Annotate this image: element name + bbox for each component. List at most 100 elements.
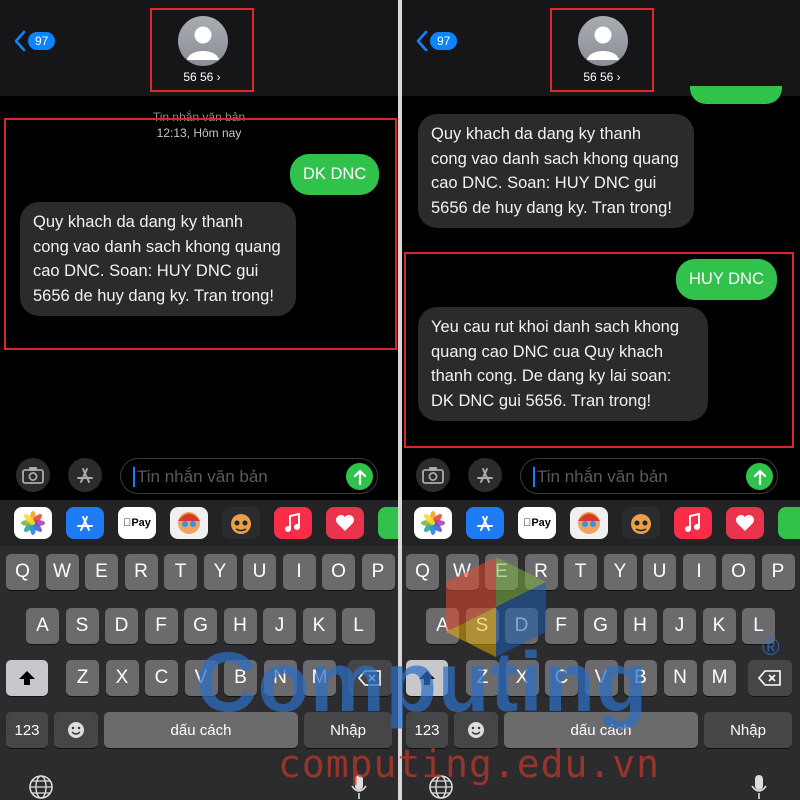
- contact-header[interactable]: 56 56 ›: [550, 8, 654, 92]
- camera-button[interactable]: [416, 458, 450, 492]
- memoji-app-icon[interactable]: [570, 507, 608, 539]
- key-k[interactable]: K: [702, 608, 736, 644]
- previous-outgoing-message[interactable]: [690, 86, 782, 104]
- key-f[interactable]: F: [544, 608, 578, 644]
- key-v[interactable]: V: [584, 660, 618, 696]
- delete-key[interactable]: [348, 660, 392, 696]
- key-u[interactable]: U: [643, 554, 676, 590]
- key-d[interactable]: D: [105, 608, 138, 644]
- outgoing-message[interactable]: HUY DNC: [676, 259, 777, 300]
- key-y[interactable]: Y: [203, 554, 237, 590]
- message-input[interactable]: Tin nhắn văn bản: [520, 458, 778, 494]
- return-key[interactable]: Nhập: [304, 712, 392, 748]
- animoji-app-icon[interactable]: [622, 507, 660, 539]
- key-t[interactable]: T: [164, 554, 197, 590]
- key-w[interactable]: W: [445, 554, 479, 590]
- contact-header[interactable]: 56 56 ›: [150, 8, 254, 92]
- animoji-app-icon[interactable]: [222, 507, 260, 539]
- key-h[interactable]: H: [223, 608, 257, 644]
- key-q[interactable]: Q: [6, 554, 39, 590]
- shift-key[interactable]: [406, 660, 448, 696]
- key-l[interactable]: L: [342, 608, 375, 644]
- key-n[interactable]: N: [263, 660, 297, 696]
- music-app-icon[interactable]: [274, 507, 312, 539]
- digital-touch-app-icon[interactable]: [726, 507, 764, 539]
- key-b[interactable]: B: [624, 660, 657, 696]
- key-x[interactable]: X: [105, 660, 139, 696]
- key-a[interactable]: A: [426, 608, 459, 644]
- key-z[interactable]: Z: [66, 660, 99, 696]
- emoji-key[interactable]: [54, 712, 98, 748]
- key-w[interactable]: W: [45, 554, 79, 590]
- more-app-icon[interactable]: [778, 507, 800, 539]
- key-y[interactable]: Y: [603, 554, 637, 590]
- outgoing-message[interactable]: DK DNC: [290, 154, 380, 195]
- key-j[interactable]: J: [663, 608, 696, 644]
- microphone-icon[interactable]: [750, 774, 768, 800]
- incoming-message[interactable]: Quy khach da dang ky thanh cong vao danh…: [20, 202, 296, 316]
- key-o[interactable]: O: [322, 554, 355, 590]
- digital-touch-app-icon[interactable]: [326, 507, 364, 539]
- key-r[interactable]: R: [524, 554, 558, 590]
- key-n[interactable]: N: [663, 660, 697, 696]
- key-m[interactable]: M: [703, 660, 736, 696]
- key-g[interactable]: G: [184, 608, 217, 644]
- key-p[interactable]: P: [761, 554, 795, 590]
- microphone-icon[interactable]: [350, 774, 368, 800]
- apple-pay-app-icon[interactable]: Pay: [518, 507, 556, 539]
- key-q[interactable]: Q: [406, 554, 439, 590]
- key-d[interactable]: D: [505, 608, 538, 644]
- music-app-icon[interactable]: [674, 507, 712, 539]
- key-x[interactable]: X: [505, 660, 539, 696]
- app-store-button[interactable]: [468, 458, 502, 492]
- key-v[interactable]: V: [184, 660, 218, 696]
- photos-app-icon[interactable]: [414, 507, 452, 539]
- key-e[interactable]: E: [85, 554, 118, 590]
- back-button[interactable]: 97: [416, 30, 458, 52]
- more-app-icon[interactable]: [378, 507, 398, 539]
- incoming-message[interactable]: Quy khach da dang ky thanh cong vao danh…: [418, 114, 694, 228]
- photos-app-icon[interactable]: [14, 507, 52, 539]
- key-i[interactable]: I: [682, 554, 716, 590]
- numbers-key[interactable]: 123: [6, 712, 48, 748]
- camera-button[interactable]: [16, 458, 50, 492]
- app-store-button[interactable]: [68, 458, 102, 492]
- key-j[interactable]: J: [263, 608, 296, 644]
- key-o[interactable]: O: [722, 554, 755, 590]
- key-e[interactable]: E: [485, 554, 518, 590]
- send-button[interactable]: [346, 463, 373, 490]
- return-key[interactable]: Nhập: [704, 712, 792, 748]
- message-input[interactable]: Tin nhắn văn bản: [120, 458, 378, 494]
- key-g[interactable]: G: [584, 608, 617, 644]
- key-t[interactable]: T: [564, 554, 597, 590]
- key-f[interactable]: F: [144, 608, 178, 644]
- space-key[interactable]: dấu cách: [104, 712, 298, 748]
- key-a[interactable]: A: [26, 608, 59, 644]
- emoji-key[interactable]: [454, 712, 498, 748]
- apple-pay-app-icon[interactable]: Pay: [118, 507, 156, 539]
- app-store-app-icon[interactable]: [466, 507, 504, 539]
- incoming-message[interactable]: Yeu cau rut khoi danh sach khong quang c…: [418, 307, 708, 421]
- key-l[interactable]: L: [742, 608, 775, 644]
- key-c[interactable]: C: [545, 660, 578, 696]
- key-c[interactable]: C: [145, 660, 178, 696]
- key-p[interactable]: P: [361, 554, 395, 590]
- key-i[interactable]: I: [282, 554, 316, 590]
- key-h[interactable]: H: [623, 608, 657, 644]
- key-b[interactable]: B: [224, 660, 257, 696]
- key-m[interactable]: M: [303, 660, 336, 696]
- numbers-key[interactable]: 123: [406, 712, 448, 748]
- globe-icon[interactable]: [28, 774, 54, 800]
- memoji-app-icon[interactable]: [170, 507, 208, 539]
- space-key[interactable]: dấu cách: [504, 712, 698, 748]
- globe-icon[interactable]: [428, 774, 454, 800]
- send-button[interactable]: [746, 463, 773, 490]
- key-s[interactable]: S: [65, 608, 99, 644]
- back-button[interactable]: 97: [14, 30, 56, 52]
- key-s[interactable]: S: [465, 608, 499, 644]
- key-k[interactable]: K: [302, 608, 336, 644]
- shift-key[interactable]: [6, 660, 48, 696]
- app-store-app-icon[interactable]: [66, 507, 104, 539]
- key-u[interactable]: U: [243, 554, 276, 590]
- key-z[interactable]: Z: [466, 660, 499, 696]
